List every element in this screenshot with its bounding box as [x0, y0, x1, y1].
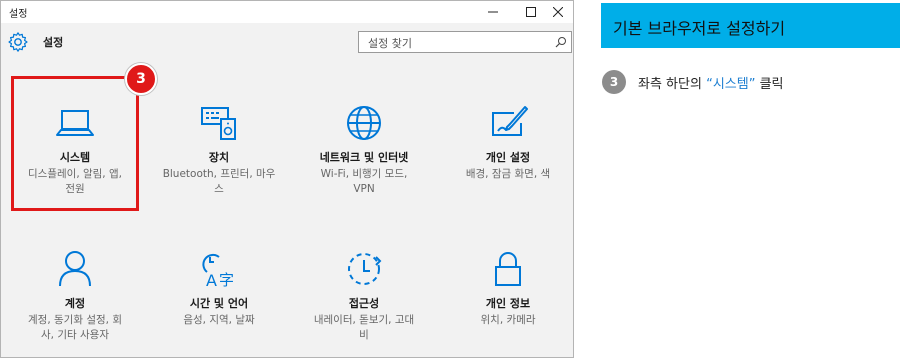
title-bar: 설정	[1, 1, 573, 23]
tile-desc: 위치, 카메라	[438, 313, 578, 328]
tile-desc-line: 배경, 잠금 화면, 색	[465, 168, 551, 180]
tile-desc: 내레이터, 돋보기, 고대 비	[294, 313, 434, 343]
svg-text:A: A	[206, 271, 217, 287]
step-text: 좌측 하단의 “시스템” 클릭	[638, 73, 784, 92]
step-text-post: 클릭	[755, 77, 784, 92]
instruction-step: 3 좌측 하단의 “시스템” 클릭	[602, 68, 900, 96]
tile-label: 장치	[208, 151, 230, 164]
time-language-icon: A 字	[202, 253, 234, 287]
tile-desc-line: 계정, 동기화 설정, 회	[28, 314, 122, 326]
devices-icon	[201, 107, 236, 140]
tile-label: 개인 정보	[485, 297, 531, 310]
page-title: 설정	[43, 36, 64, 49]
minimize-icon	[488, 11, 498, 13]
window-title: 설정	[9, 9, 28, 20]
tile-time-language[interactable]: A 字 시간 및 언어 음성, 지역, 날짜	[149, 251, 289, 328]
tile-privacy[interactable]: 개인 정보 위치, 카메라	[438, 251, 578, 328]
search-placeholder: 설정 찾기	[368, 37, 412, 50]
tile-label: 접근성	[348, 297, 380, 310]
close-button[interactable]	[541, 1, 575, 23]
tile-desc: Bluetooth, 프린터, 마우 스	[149, 167, 289, 197]
account-icon	[59, 251, 91, 287]
step-number: 3	[602, 70, 626, 94]
tile-desc-line: Wi-Fi, 비행기 모드,	[320, 168, 408, 180]
tile-label: 개인 설정	[485, 151, 531, 164]
tile-desc-line: VPN	[353, 183, 375, 195]
tile-accounts[interactable]: 계정 계정, 동기화 설정, 회 사, 기타 사용자	[5, 251, 145, 343]
tile-label: 시간 및 언어	[189, 297, 249, 310]
tile-label: 계정	[64, 297, 86, 310]
globe-icon	[347, 106, 381, 140]
step-text-highlight: “시스템”	[706, 77, 756, 92]
tile-desc-line: 위치, 카메라	[480, 314, 536, 326]
close-icon	[553, 7, 563, 17]
instruction-title: 기본 브라우저로 설정하기	[613, 19, 786, 38]
tile-desc-line: 사, 기타 사용자	[41, 329, 109, 341]
step-badge: 3	[125, 63, 157, 95]
gear-icon	[8, 32, 28, 52]
minimize-button[interactable]	[476, 1, 510, 23]
tile-devices[interactable]: 장치 Bluetooth, 프린터, 마우 스	[149, 105, 289, 197]
tile-label: 네트워크 및 인터넷	[319, 151, 409, 164]
tile-desc-line: 스	[214, 183, 224, 195]
instruction-header: 기본 브라우저로 설정하기	[601, 3, 900, 48]
highlight-box	[11, 76, 139, 211]
step-text-pre: 좌측 하단의	[638, 77, 707, 92]
settings-window: 설정 설정 설정 찾기 시스템 디스플레이, 알림, 앱, 전원 장치 Blue…	[0, 0, 574, 358]
tile-desc: 배경, 잠금 화면, 색	[438, 167, 578, 182]
ease-of-access-icon	[348, 253, 382, 285]
tile-desc-line: 내레이터, 돋보기, 고대	[313, 314, 415, 326]
lock-icon	[495, 252, 521, 286]
svg-text:字: 字	[219, 271, 234, 287]
tile-ease-of-access[interactable]: 접근성 내레이터, 돋보기, 고대 비	[294, 251, 434, 343]
tile-desc-line: 음성, 지역, 날짜	[183, 314, 255, 326]
search-icon[interactable]	[555, 36, 567, 48]
tile-desc-line: 비	[359, 329, 369, 341]
tile-desc: 음성, 지역, 날짜	[149, 313, 289, 328]
settings-header: 설정 설정 찾기	[1, 23, 573, 61]
tile-desc: 계정, 동기화 설정, 회 사, 기타 사용자	[5, 313, 145, 343]
personalization-icon	[492, 106, 528, 136]
tile-desc: Wi-Fi, 비행기 모드, VPN	[294, 167, 434, 197]
tile-desc-line: Bluetooth, 프린터, 마우	[162, 168, 276, 180]
tile-personalization[interactable]: 개인 설정 배경, 잠금 화면, 색	[438, 105, 578, 182]
maximize-icon	[526, 7, 536, 17]
search-input[interactable]: 설정 찾기	[358, 31, 572, 53]
tile-network[interactable]: 네트워크 및 인터넷 Wi-Fi, 비행기 모드, VPN	[294, 105, 434, 197]
